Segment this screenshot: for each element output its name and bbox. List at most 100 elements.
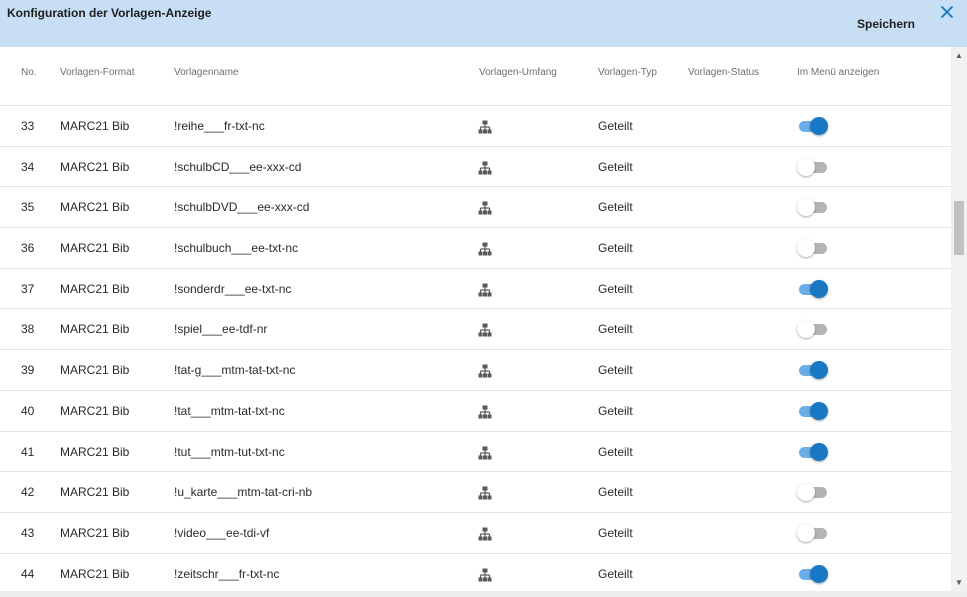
show-in-menu-toggle[interactable] bbox=[797, 523, 829, 542]
template-table: No. Vorlagen-Format Vorlagenname Vorlage… bbox=[0, 47, 951, 591]
column-header-menu[interactable]: Im Menü anzeigen bbox=[797, 67, 879, 78]
template-format: MARC21 Bib bbox=[60, 444, 130, 459]
table-row: 40 MARC21 Bib !tat___mtm-tat-txt-nc Geteilt bbox=[0, 391, 951, 432]
toggle-knob bbox=[797, 483, 815, 502]
template-name: !u_karte___mtm-tat-cri-nb bbox=[174, 485, 313, 500]
row-number: 34 bbox=[21, 159, 35, 174]
scrollbar-thumb[interactable] bbox=[954, 201, 964, 255]
row-number: 39 bbox=[21, 363, 35, 378]
vertical-scrollbar[interactable]: ▲ ▼ bbox=[951, 47, 967, 591]
template-type: Geteilt bbox=[598, 159, 633, 174]
table-row: 38 MARC21 Bib !spiel___ee-tdf-nr Geteilt bbox=[0, 309, 951, 351]
show-in-menu-toggle[interactable] bbox=[797, 198, 829, 217]
table-row: 34 MARC21 Bib !schulbCD___ee-xxx-cd Geteilt bbox=[0, 147, 951, 188]
toggle-knob bbox=[797, 198, 815, 217]
hierarchy-icon bbox=[477, 445, 493, 461]
template-name: !tat___mtm-tat-txt-nc bbox=[174, 403, 285, 418]
template-name: !schulbDVD___ee-xxx-cd bbox=[174, 200, 310, 215]
table-row: 35 MARC21 Bib !schulbDVD___ee-xxx-cd Geteil… bbox=[0, 187, 951, 229]
table-row: 39 MARC21 Bib !tat-g___mtm-tat-txt-nc Getei… bbox=[0, 350, 951, 391]
bottom-edge bbox=[0, 591, 967, 597]
template-name: !reihe___fr-txt-nc bbox=[174, 119, 265, 133]
template-name: !schulbCD___ee-xxx-cd bbox=[174, 159, 302, 174]
toggle-knob bbox=[797, 523, 815, 542]
template-type: Geteilt bbox=[598, 566, 633, 581]
show-in-menu-toggle[interactable] bbox=[797, 401, 829, 420]
show-in-menu-toggle[interactable] bbox=[797, 320, 829, 339]
save-button[interactable]: Speichern bbox=[848, 15, 924, 33]
template-type: Geteilt bbox=[598, 200, 633, 215]
table-row: 36 MARC21 Bib !schulbuch___ee-txt-nc Geteil… bbox=[0, 228, 951, 269]
row-number: 40 bbox=[21, 403, 35, 418]
template-type: Geteilt bbox=[598, 444, 633, 459]
table-row: 41 MARC21 Bib !tut___mtm-tut-txt-nc Geteilt bbox=[0, 432, 951, 473]
template-name: !zeitschr___fr-txt-nc bbox=[174, 566, 280, 581]
template-format: MARC21 Bib bbox=[60, 363, 130, 378]
table-row: 43 MARC21 Bib !video___ee-tdi-vf Geteilt bbox=[0, 513, 951, 554]
hierarchy-icon bbox=[477, 567, 493, 583]
table-row: 37 MARC21 Bib !sonderdr___ee-txt-nc Geteilt bbox=[0, 269, 951, 310]
template-format: MARC21 Bib bbox=[60, 525, 130, 540]
show-in-menu-toggle[interactable] bbox=[797, 442, 829, 461]
hierarchy-icon bbox=[477, 485, 493, 501]
template-format: MARC21 Bib bbox=[60, 159, 130, 174]
template-name: !tut___mtm-tut-txt-nc bbox=[174, 444, 285, 459]
column-header-format[interactable]: Vorlagen-Format bbox=[60, 67, 134, 78]
toggle-knob bbox=[797, 157, 815, 176]
row-number: 42 bbox=[21, 485, 35, 500]
close-icon[interactable] bbox=[939, 4, 955, 20]
template-name: !video___ee-tdi-vf bbox=[174, 525, 270, 540]
toggle-knob bbox=[810, 117, 828, 135]
scroll-up-icon[interactable]: ▲ bbox=[955, 52, 963, 60]
hierarchy-icon bbox=[477, 160, 493, 176]
toggle-knob bbox=[810, 279, 828, 298]
template-format: MARC21 Bib bbox=[60, 241, 130, 256]
show-in-menu-toggle[interactable] bbox=[797, 239, 829, 258]
scroll-down-icon[interactable]: ▼ bbox=[955, 579, 963, 587]
row-number: 37 bbox=[21, 281, 35, 296]
template-format: MARC21 Bib bbox=[60, 403, 130, 418]
hierarchy-icon bbox=[477, 119, 493, 135]
template-name: !spiel___ee-tdf-nr bbox=[174, 322, 268, 337]
show-in-menu-toggle[interactable] bbox=[797, 564, 829, 583]
column-header-scope[interactable]: Vorlagen-Umfang bbox=[479, 67, 557, 78]
template-name: !tat-g___mtm-tat-txt-nc bbox=[174, 363, 296, 378]
toggle-knob bbox=[797, 239, 815, 258]
table-header: No. Vorlagen-Format Vorlagenname Vorlage… bbox=[0, 47, 951, 106]
template-type: Geteilt bbox=[598, 525, 633, 540]
template-format: MARC21 Bib bbox=[60, 322, 130, 337]
template-type: Geteilt bbox=[598, 241, 633, 256]
template-format: MARC21 Bib bbox=[60, 200, 130, 215]
template-type: Geteilt bbox=[598, 322, 633, 337]
template-format: MARC21 Bib bbox=[60, 119, 130, 133]
toggle-knob bbox=[810, 564, 828, 583]
show-in-menu-toggle[interactable] bbox=[797, 361, 829, 380]
column-header-status[interactable]: Vorlagen-Status bbox=[688, 67, 759, 78]
column-header-no[interactable]: No. bbox=[21, 67, 37, 78]
column-header-name[interactable]: Vorlagenname bbox=[174, 67, 239, 78]
hierarchy-icon bbox=[477, 363, 493, 379]
hierarchy-icon bbox=[477, 404, 493, 420]
toggle-knob bbox=[810, 442, 828, 461]
template-name: !schulbuch___ee-txt-nc bbox=[174, 241, 299, 256]
template-name: !sonderdr___ee-txt-nc bbox=[174, 281, 292, 296]
row-number: 35 bbox=[21, 200, 35, 215]
column-header-type[interactable]: Vorlagen-Typ bbox=[598, 67, 657, 78]
template-type: Geteilt bbox=[598, 363, 633, 378]
show-in-menu-toggle[interactable] bbox=[797, 279, 829, 298]
row-number: 36 bbox=[21, 241, 35, 256]
hierarchy-icon bbox=[477, 322, 493, 338]
row-number: 44 bbox=[21, 566, 35, 581]
hierarchy-icon bbox=[477, 282, 493, 298]
show-in-menu-toggle[interactable] bbox=[797, 483, 829, 502]
dialog-header: Konfiguration der Vorlagen-Anzeige Speic… bbox=[0, 0, 967, 47]
hierarchy-icon bbox=[477, 200, 493, 216]
template-format: MARC21 Bib bbox=[60, 281, 130, 296]
template-type: Geteilt bbox=[598, 119, 633, 133]
dialog-title: Konfiguration der Vorlagen-Anzeige bbox=[7, 6, 212, 20]
show-in-menu-toggle[interactable] bbox=[797, 157, 829, 176]
show-in-menu-toggle[interactable] bbox=[797, 117, 829, 135]
table-row: 44 MARC21 Bib !zeitschr___fr-txt-nc Geteilt bbox=[0, 554, 951, 591]
toggle-knob bbox=[797, 320, 815, 339]
table-row: 42 MARC21 Bib !u_karte___mtm-tat-cri-nb Get… bbox=[0, 472, 951, 513]
